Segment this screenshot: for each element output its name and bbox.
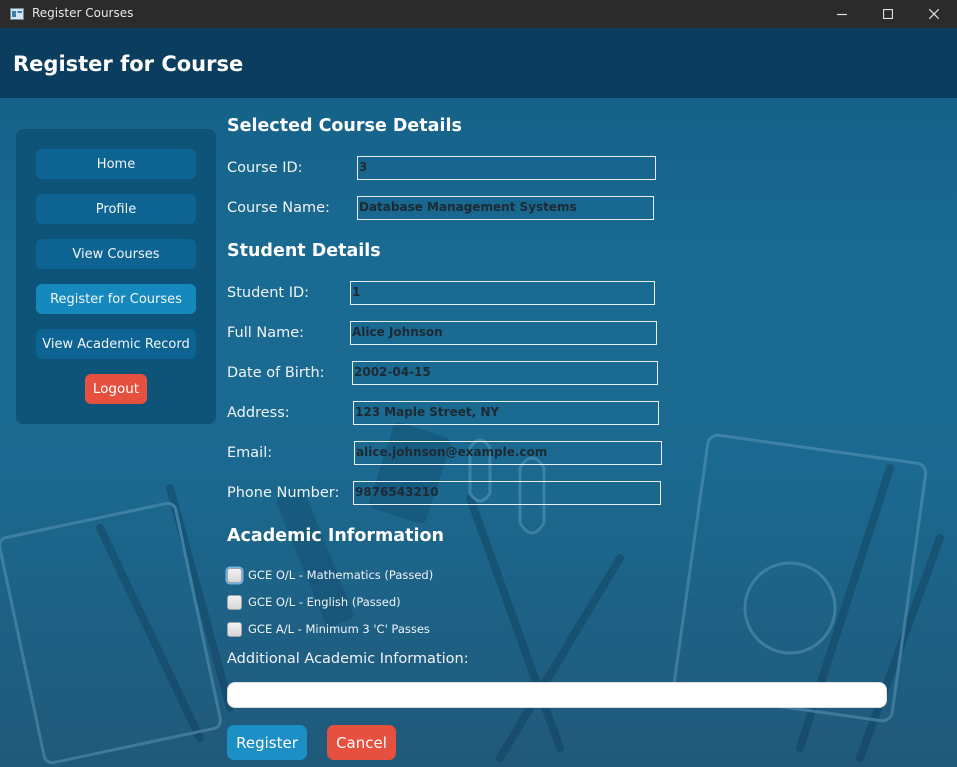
- phone-field[interactable]: 9876543210: [353, 481, 661, 505]
- checkbox[interactable]: [227, 621, 242, 637]
- sidebar-item-home[interactable]: Home: [36, 149, 196, 179]
- additional-info-input[interactable]: [227, 682, 887, 708]
- address-field[interactable]: 123 Maple Street, NY: [353, 401, 659, 425]
- full-name-label: Full Name:: [227, 325, 305, 341]
- checkbox[interactable]: [227, 594, 242, 610]
- checkbox[interactable]: [227, 567, 242, 583]
- email-label: Email:: [227, 445, 273, 461]
- check-ol-english[interactable]: GCE O/L - English (Passed): [227, 593, 401, 611]
- register-button[interactable]: Register: [227, 725, 307, 760]
- sidebar: Home Profile View Courses Register for C…: [16, 129, 216, 424]
- checkbox-label: GCE O/L - Mathematics (Passed): [248, 568, 434, 582]
- header-bar: Register for Course: [0, 28, 957, 98]
- student-id-field[interactable]: 1: [350, 281, 655, 305]
- email-field[interactable]: alice.johnson@example.com: [354, 441, 662, 465]
- minimize-button[interactable]: [819, 0, 865, 28]
- page-title: Register for Course: [13, 52, 244, 76]
- logout-button[interactable]: Logout: [85, 374, 147, 404]
- additional-info-label: Additional Academic Information:: [227, 651, 469, 667]
- phone-label: Phone Number:: [227, 485, 340, 501]
- check-ol-mathematics[interactable]: GCE O/L - Mathematics (Passed): [227, 566, 433, 584]
- app-window-icon: [10, 8, 24, 20]
- close-button[interactable]: [911, 0, 957, 28]
- student-details-heading: Student Details: [227, 241, 381, 261]
- window-titlebar: Register Courses: [0, 0, 957, 28]
- check-al-passes[interactable]: GCE A/L - Minimum 3 'C' Passes: [227, 620, 430, 638]
- maximize-icon: [883, 9, 893, 19]
- course-id-field[interactable]: 3: [357, 156, 656, 180]
- maximize-button[interactable]: [865, 0, 911, 28]
- cancel-button[interactable]: Cancel: [327, 725, 396, 760]
- course-name-field[interactable]: Database Management Systems: [357, 196, 654, 220]
- sidebar-item-profile[interactable]: Profile: [36, 194, 196, 224]
- dob-field[interactable]: 2002-04-15: [352, 361, 658, 385]
- app-content: Register for Course Home Profile View Co…: [0, 28, 957, 767]
- minimize-icon: [837, 13, 847, 16]
- window-title: Register Courses: [32, 6, 134, 20]
- student-id-label: Student ID:: [227, 285, 310, 301]
- checkbox-label: GCE A/L - Minimum 3 'C' Passes: [248, 622, 430, 636]
- sidebar-item-register-courses[interactable]: Register for Courses: [36, 284, 196, 314]
- course-id-label: Course ID:: [227, 160, 303, 176]
- dob-label: Date of Birth:: [227, 365, 325, 381]
- course-details-heading: Selected Course Details: [227, 116, 462, 136]
- full-name-field[interactable]: Alice Johnson: [350, 321, 657, 345]
- sidebar-item-view-courses[interactable]: View Courses: [36, 239, 196, 269]
- academic-info-heading: Academic Information: [227, 526, 444, 546]
- address-label: Address:: [227, 405, 290, 421]
- sidebar-item-academic-record[interactable]: View Academic Record: [36, 329, 196, 359]
- checkbox-label: GCE O/L - English (Passed): [248, 595, 401, 609]
- close-icon: [929, 9, 939, 19]
- course-name-label: Course Name:: [227, 200, 330, 216]
